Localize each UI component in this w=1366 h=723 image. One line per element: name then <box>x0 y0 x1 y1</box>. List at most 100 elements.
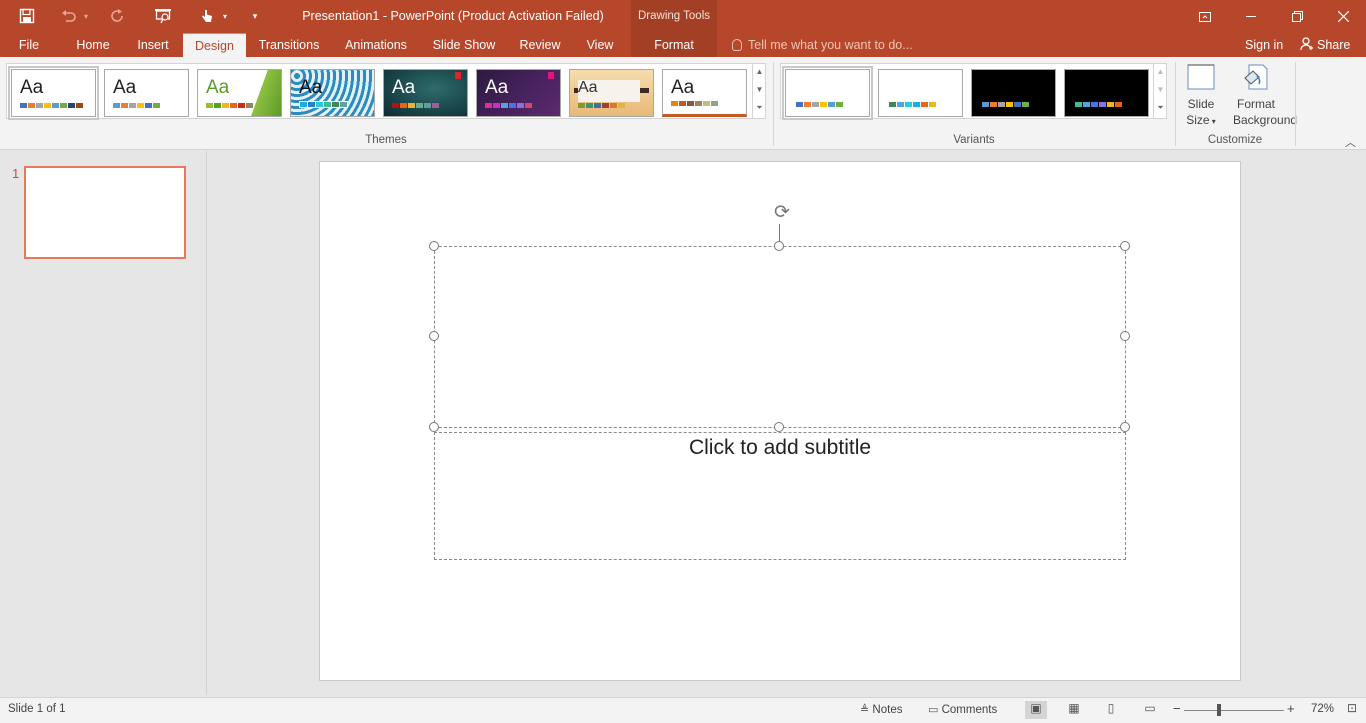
group-divider <box>1295 62 1296 146</box>
resize-handle-top-right[interactable] <box>1120 241 1130 251</box>
ribbon-display-options-icon[interactable] <box>1182 0 1228 33</box>
minimize-icon[interactable] <box>1228 0 1274 33</box>
theme-swatches <box>206 103 253 108</box>
theme-swatches <box>299 101 348 108</box>
sign-in-link[interactable]: Sign in <box>1245 33 1283 57</box>
tab-design[interactable]: Design <box>183 33 246 57</box>
tab-transitions[interactable]: Transitions <box>252 33 326 57</box>
comment-icon: ▭ <box>928 704 939 716</box>
theme-sample-text: Aa <box>671 77 695 98</box>
normal-view-icon[interactable]: ▣ <box>1025 701 1047 719</box>
rotate-icon[interactable]: ⟳ <box>770 202 794 224</box>
undo-icon[interactable] <box>58 6 80 26</box>
theme-accent-mark <box>548 72 554 79</box>
undo-dropdown-icon[interactable]: ▾ <box>79 6 93 26</box>
restore-icon[interactable] <box>1274 0 1320 33</box>
zoom-slider-track[interactable] <box>1184 710 1284 711</box>
format-background-icon <box>1244 64 1268 90</box>
touch-mode-dropdown-icon[interactable]: ▾ <box>218 6 232 26</box>
theme-swatches <box>113 103 160 108</box>
comments-button[interactable]: ▭ Comments <box>928 703 997 716</box>
gallery-more-icon[interactable]: ⏷ <box>753 99 766 117</box>
resize-handle-bottom-right[interactable] <box>1120 422 1130 432</box>
tab-format[interactable]: Format <box>631 33 717 57</box>
theme-ion[interactable]: Aa <box>476 69 561 117</box>
slide-thumbnail-number: 1 <box>12 166 20 181</box>
tab-insert[interactable]: Insert <box>128 33 178 57</box>
subtitle-placeholder-text: Click to add subtitle <box>688 436 872 459</box>
theme-sample-text: Aa <box>485 77 509 98</box>
slide-size-button[interactable]: Slide Size ▾ <box>1180 62 1222 130</box>
zoom-out-icon[interactable]: − <box>1173 701 1181 716</box>
gallery-up-icon[interactable]: ▲ <box>753 63 766 81</box>
theme-facet[interactable]: Aa <box>197 69 282 117</box>
touch-mode-icon[interactable] <box>196 6 218 26</box>
zoom-slider-thumb[interactable] <box>1217 704 1221 716</box>
group-divider <box>773 62 774 146</box>
resize-handle-bottom-left[interactable] <box>429 422 439 432</box>
close-icon[interactable] <box>1320 0 1366 33</box>
reading-view-icon[interactable]: ▯ <box>1100 701 1122 719</box>
title-placeholder[interactable] <box>434 246 1126 428</box>
variant-swatches <box>982 102 1029 107</box>
redo-icon[interactable] <box>106 6 128 26</box>
comments-label: Comments <box>941 704 998 716</box>
theme-retrospect[interactable]: Aa <box>662 69 747 117</box>
variant-3[interactable] <box>971 69 1056 117</box>
window-title: Presentation1 - PowerPoint (Product Acti… <box>302 9 604 23</box>
zoom-in-icon[interactable]: + <box>1287 701 1295 716</box>
themes-gallery-scroll: ▲ ▼ ⏷ <box>752 63 766 119</box>
slideshow-view-icon[interactable]: ▭ <box>1139 701 1161 719</box>
fit-slide-icon[interactable]: ⊡ <box>1343 701 1361 719</box>
gallery-more-icon[interactable]: ⏷ <box>1154 99 1167 117</box>
share-button[interactable]: Share <box>1300 33 1350 57</box>
group-divider <box>1175 62 1176 146</box>
slide-thumbnails-pane: 1 <box>0 151 207 695</box>
notes-label: Notes <box>872 704 903 716</box>
variant-4[interactable] <box>1064 69 1149 117</box>
tab-view[interactable]: View <box>578 33 622 57</box>
tab-file[interactable]: File <box>10 33 48 57</box>
resize-handle-right[interactable] <box>1120 331 1130 341</box>
tell-me-search[interactable]: Tell me what you want to do... <box>732 33 913 57</box>
resize-handle-top[interactable] <box>774 241 784 251</box>
theme-swatches <box>20 103 83 108</box>
variant-2[interactable] <box>878 69 963 117</box>
gallery-up-icon[interactable]: ▲ <box>1154 63 1167 81</box>
format-background-label-2: Background <box>1233 113 1298 127</box>
tab-slideshow[interactable]: Slide Show <box>426 33 502 57</box>
theme-office[interactable]: Aa <box>8 66 99 120</box>
gallery-down-icon[interactable]: ▼ <box>1154 81 1167 99</box>
tab-home[interactable]: Home <box>68 33 118 57</box>
save-icon[interactable] <box>16 6 38 26</box>
tab-animations[interactable]: Animations <box>336 33 416 57</box>
variant-swatches <box>1075 102 1122 107</box>
resize-handle-bottom[interactable] <box>774 422 784 432</box>
resize-handle-left[interactable] <box>429 331 439 341</box>
notes-icon: ≜ <box>860 704 870 716</box>
theme-sample-text: Aa <box>20 77 44 98</box>
zoom-level[interactable]: 72% <box>1311 703 1334 715</box>
format-background-button[interactable]: Format Background <box>1233 62 1298 128</box>
slideshow-from-start-icon[interactable] <box>152 6 174 26</box>
ribbon-tabs: File Home Insert Design Transitions Anim… <box>0 33 1366 57</box>
slide-count: Slide 1 of 1 <box>8 703 66 715</box>
variants-gallery: ▲ ▼ ⏷ <box>780 63 1167 120</box>
theme-swatches <box>578 103 625 108</box>
theme-organic[interactable]: Aa <box>569 69 654 117</box>
customize-qat-icon[interactable]: ▾ <box>244 6 266 26</box>
theme-accent-mark <box>455 72 461 79</box>
theme-office-2[interactable]: Aa <box>104 69 189 117</box>
notes-button[interactable]: ≜ Notes <box>860 703 902 716</box>
theme-integral[interactable]: Aa <box>290 69 375 117</box>
slide-thumbnail[interactable] <box>24 166 186 259</box>
resize-handle-top-left[interactable] <box>429 241 439 251</box>
tab-review[interactable]: Review <box>512 33 568 57</box>
theme-ion-boardroom[interactable]: Aa <box>383 69 468 117</box>
collapse-ribbon-icon[interactable]: ︿ <box>1345 134 1356 150</box>
slide-sorter-icon[interactable]: ▦ <box>1063 701 1085 719</box>
theme-swatches <box>671 101 718 106</box>
title-bar: ▾ ▾ ▾ Presentation1 - PowerPoint (Produc… <box>0 0 1366 33</box>
gallery-down-icon[interactable]: ▼ <box>753 81 766 99</box>
variant-1[interactable] <box>782 66 873 120</box>
